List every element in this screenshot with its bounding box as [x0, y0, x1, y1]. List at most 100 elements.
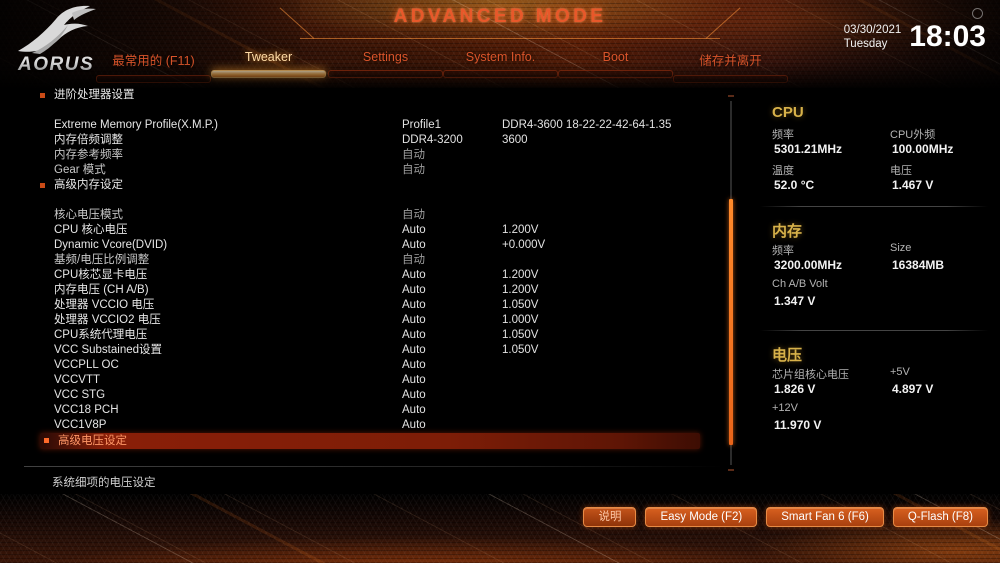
monitor-field-value: 3200.00MHz [774, 258, 843, 272]
settings-row[interactable]: Extreme Memory Profile(X.M.P.) Profile1 DD… [0, 118, 740, 133]
settings-row-label: 内存参考频率 [54, 149, 123, 161]
monitor-field-label: 频率 [772, 245, 794, 257]
settings-row-value[interactable]: Auto [402, 373, 426, 388]
settings-row[interactable]: VCC STG Auto [0, 388, 740, 403]
help-text: 系统细项的电压设定 [52, 477, 156, 489]
footer-button-2[interactable]: Easy Mode (F2) [645, 507, 758, 527]
settings-row-detail: 1.200V [502, 284, 539, 296]
panel-divider [760, 330, 988, 331]
settings-row-value[interactable]: Auto [402, 283, 426, 298]
settings-row-detail: 1.200V [502, 269, 539, 281]
settings-row[interactable]: Dynamic Vcore(DVID) Auto +0.000V [0, 238, 740, 253]
footer-streak-texture [0, 494, 1000, 563]
monitor-field-label: 温度 [772, 165, 794, 177]
settings-row-label: 内存倍频调整 [54, 134, 123, 146]
monitor-field-value: 1.826 V [774, 382, 816, 396]
date-block: 03/30/2021 Tuesday [844, 23, 902, 51]
settings-row[interactable]: VCC Substained设置 Auto 1.050V [0, 343, 740, 358]
settings-row[interactable]: VCCPLL OC Auto [0, 358, 740, 373]
settings-row[interactable]: 内存电压 (CH A/B) Auto 1.200V [0, 283, 740, 298]
settings-row-value[interactable]: Auto [402, 358, 426, 373]
monitor-field-label: 芯片组核心电压 [772, 369, 849, 381]
settings-row-label: Extreme Memory Profile(X.M.P.) [54, 119, 219, 131]
settings-row[interactable]: CPU 核心电压 Auto 1.200V [0, 223, 740, 238]
settings-row[interactable]: VCCVTT Auto [0, 373, 740, 388]
settings-row[interactable]: CPU核芯显卡电压 Auto 1.200V [0, 268, 740, 283]
settings-row[interactable]: VCC1V8P Auto [0, 418, 740, 433]
settings-row-value[interactable]: Auto [402, 298, 426, 313]
settings-row-value[interactable]: Auto [402, 418, 426, 433]
settings-row-value[interactable]: Auto [402, 238, 426, 253]
settings-row-label: CPU系统代理电压 [54, 329, 148, 341]
settings-row[interactable]: 进阶处理器设置 [0, 88, 740, 103]
settings-row-value[interactable]: 自动 [402, 148, 425, 163]
settings-row-value[interactable]: 自动 [402, 253, 425, 268]
settings-row-selected[interactable]: 高级电压设定 [40, 433, 700, 449]
hardware-monitor-panel: CPU 频率 5301.21MHz CPU外频 100.00MHz 温度 52.0 °C 电压… [748, 88, 1000, 494]
footer-bar: 说明 Easy Mode (F2) Smart Fan 6 (F6) Q-Flash … [0, 494, 1000, 563]
monitor-field-label: CPU外频 [890, 129, 936, 141]
panel-group-title: CPU [772, 104, 804, 121]
monitor-field-label: Size [890, 242, 912, 254]
settings-row-detail: 1.050V [502, 344, 539, 356]
bios-screen: ADVANCED MODE AORUS 03/30/2021 Tuesday 1… [0, 0, 1000, 563]
panel-group-title: 电压 [772, 347, 803, 364]
settings-row-label: VCC Substained设置 [54, 344, 163, 356]
settings-row[interactable]: CPU系统代理电压 Auto 1.050V [0, 328, 740, 343]
settings-row-label: 基频/电压比例调整 [54, 254, 150, 266]
monitor-field-value: 5301.21MHz [774, 142, 843, 156]
settings-row-label: VCCVTT [54, 374, 100, 386]
monitor-field-value: 11.970 V [774, 418, 822, 432]
settings-row-label: 高级电压设定 [58, 435, 127, 447]
settings-row-label: 处理器 VCCIO 电压 [54, 299, 155, 311]
settings-row-value[interactable]: 自动 [402, 208, 425, 223]
gear-icon[interactable] [972, 8, 983, 19]
settings-row[interactable]: 基频/电压比例调整 自动 [0, 253, 740, 268]
weekday-text: Tuesday [843, 38, 888, 50]
settings-row[interactable]: 内存参考频率 自动 [0, 148, 740, 163]
settings-row-detail: DDR4-3600 18-22-22-42-64-1.35 [502, 119, 672, 131]
monitor-field-value: 1.347 V [774, 294, 816, 308]
settings-row-label: 进阶处理器设置 [54, 89, 135, 101]
settings-row-value[interactable]: Auto [402, 343, 426, 358]
monitor-field-label: +12V [772, 402, 798, 414]
settings-scrollbar[interactable] [728, 95, 734, 471]
settings-row-detail: 1.050V [502, 329, 539, 341]
settings-row-label: 内存电压 (CH A/B) [54, 284, 149, 296]
footer-button-3[interactable]: Smart Fan 6 (F6) [766, 507, 884, 527]
settings-row-label: VCCPLL OC [54, 359, 119, 371]
monitor-field-value: 100.00MHz [892, 142, 954, 156]
settings-row-detail: 3600 [502, 134, 528, 146]
footer-button-4[interactable]: Q-Flash (F8) [892, 507, 988, 527]
monitor-field-label: +5V [890, 366, 910, 378]
settings-row-value[interactable]: Auto [402, 268, 426, 283]
settings-row[interactable]: VCC18 PCH Auto [0, 403, 740, 418]
monitor-field-label: 频率 [772, 129, 794, 141]
settings-row[interactable]: Gear 模式 自动 [0, 163, 740, 178]
settings-row-label: CPU 核心电压 [54, 224, 128, 236]
scrollbar-cap-bottom [728, 469, 734, 471]
settings-row-value[interactable]: Auto [402, 388, 426, 403]
monitor-field-value: 4.897 V [892, 382, 934, 396]
settings-row[interactable]: 处理器 VCCIO2 电压 Auto 1.000V [0, 313, 740, 328]
settings-row-value[interactable]: Auto [402, 313, 426, 328]
settings-row-value[interactable]: 自动 [402, 163, 425, 178]
settings-row[interactable]: 核心电压模式 自动 [0, 208, 740, 223]
settings-row[interactable]: 高级内存设定 [0, 178, 740, 193]
panel-group-title: 内存 [772, 223, 803, 240]
settings-row-value[interactable]: Auto [402, 223, 426, 238]
settings-row-value[interactable]: Auto [402, 328, 426, 343]
settings-row-detail: 1.050V [502, 299, 539, 311]
settings-row-label: VCC18 PCH [54, 404, 119, 416]
settings-row[interactable]: 内存倍频调整 DDR4-3200 3600 [0, 133, 740, 148]
scrollbar-thumb[interactable] [729, 199, 733, 445]
settings-row-label: 核心电压模式 [54, 209, 123, 221]
monitor-field-value: 16384MB [892, 258, 945, 272]
settings-row[interactable]: 处理器 VCCIO 电压 Auto 1.050V [0, 298, 740, 313]
settings-row-value[interactable]: Auto [402, 403, 426, 418]
settings-row-value[interactable]: DDR4-3200 [402, 133, 463, 148]
footer-button-1[interactable]: 说明 [583, 507, 637, 527]
monitor-field-label: Ch A/B Volt [772, 278, 828, 290]
settings-row-value[interactable]: Profile1 [402, 118, 441, 133]
settings-row-label: CPU核芯显卡电压 [54, 269, 148, 281]
